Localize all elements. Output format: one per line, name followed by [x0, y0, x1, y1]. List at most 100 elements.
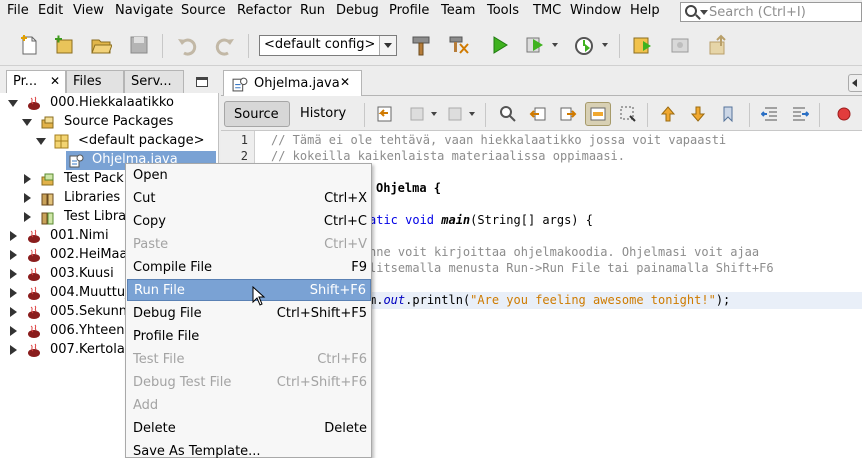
tab-services[interactable]: Serv... [124, 70, 184, 94]
tree-item-default-package[interactable]: <default package> [0, 132, 219, 151]
expand-right-icon[interactable] [10, 288, 17, 298]
expand-right-icon[interactable] [24, 174, 31, 184]
find-icon[interactable] [499, 105, 517, 123]
tmc-preview-icon[interactable] [669, 34, 691, 56]
forward-icon[interactable] [446, 105, 464, 123]
menu-run[interactable]: Run [300, 3, 325, 18]
menu-item-open[interactable]: Open [127, 165, 371, 187]
menu-help[interactable]: Help [630, 3, 660, 18]
new-file-icon[interactable] [18, 34, 40, 56]
close-icon[interactable]: ✕ [340, 75, 350, 89]
stop-macro-icon[interactable] [835, 105, 853, 123]
menu-item-label: Copy [133, 214, 166, 229]
build-hammer-icon[interactable] [410, 34, 432, 56]
menu-item-label: Debug Test File [133, 375, 232, 390]
source-button[interactable]: Source [224, 101, 290, 127]
menu-item-label: Add [133, 398, 159, 413]
shift-right-icon[interactable] [791, 105, 809, 123]
menu-navigate[interactable]: Navigate [115, 3, 173, 18]
tree-label: Source Packages [64, 114, 174, 129]
tab-ohjelma-java[interactable]: Ohjelma.java ✕ [223, 70, 362, 96]
tree-item-project[interactable]: 000.Hiekkalaatikko [0, 94, 219, 113]
chevron-down-icon[interactable] [602, 43, 608, 47]
chevron-down-icon[interactable] [379, 36, 396, 55]
tab-projects[interactable]: Pr... ✕ [6, 70, 66, 94]
menu-profile[interactable]: Profile [389, 3, 429, 18]
back-icon[interactable] [408, 105, 426, 123]
new-project-icon[interactable] [53, 34, 75, 56]
expand-right-icon[interactable] [24, 193, 31, 203]
chevron-down-icon[interactable] [700, 10, 708, 15]
menu-item-delete[interactable]: Delete Delete [127, 418, 371, 440]
menu-item-run-file[interactable]: Run File Shift+F6 [127, 279, 371, 301]
menu-view[interactable]: View [73, 3, 104, 18]
menu-team[interactable]: Team [441, 3, 475, 18]
java-project-icon [28, 324, 40, 338]
profile-icon[interactable] [573, 34, 595, 56]
find-previous-icon[interactable] [529, 105, 547, 123]
undo-icon[interactable] [176, 34, 198, 56]
menu-item-compile-file[interactable]: Compile File F9 [127, 257, 371, 279]
next-bookmark-icon[interactable] [689, 105, 707, 123]
tree-label: 003.Kuusi [50, 266, 114, 281]
last-edit-icon[interactable] [376, 105, 394, 123]
expand-right-icon[interactable] [10, 250, 17, 260]
run-icon[interactable] [488, 34, 510, 56]
toggle-bookmark-icon[interactable] [719, 105, 737, 123]
tree-label: Test Libra [64, 209, 127, 224]
toggle-highlight-button[interactable] [585, 102, 611, 126]
menu-item-shortcut: Delete [324, 421, 367, 436]
menu-item-debug-file[interactable]: Debug File Ctrl+Shift+F5 [127, 303, 371, 325]
clean-build-icon[interactable] [448, 34, 470, 56]
previous-bookmark-icon[interactable] [659, 105, 677, 123]
chevron-down-icon[interactable] [469, 112, 475, 116]
save-all-icon[interactable] [128, 34, 150, 56]
tmc-submit-icon[interactable] [707, 34, 729, 56]
tree-item-source-packages[interactable]: Source Packages [0, 113, 219, 132]
tree-label: Test Pack [64, 171, 124, 186]
menu-tmc[interactable]: TMC [533, 3, 561, 18]
expand-right-icon[interactable] [10, 326, 17, 336]
menu-item-label: Save As Template... [133, 444, 261, 458]
expand-right-icon[interactable] [10, 231, 17, 241]
expand-down-icon[interactable] [8, 100, 18, 107]
menu-window[interactable]: Window [570, 3, 621, 18]
menu-tools[interactable]: Tools [487, 3, 519, 18]
tree-label: 001.Nimi [50, 228, 109, 243]
rectangular-selection-icon[interactable] [619, 105, 637, 123]
expand-down-icon[interactable] [22, 119, 32, 126]
menu-item-save-as-template[interactable]: Save As Template... [127, 441, 371, 458]
menu-file[interactable]: File [7, 3, 29, 18]
menu-item-label: Run File [134, 283, 185, 298]
menu-edit[interactable]: Edit [38, 3, 63, 18]
tmc-run-icon[interactable] [631, 34, 653, 56]
scroll-tabs-left-icon[interactable] [848, 74, 862, 92]
chevron-down-icon[interactable] [431, 112, 437, 116]
expand-down-icon[interactable] [36, 138, 46, 145]
open-project-icon[interactable] [90, 34, 112, 56]
history-button[interactable]: History [300, 106, 346, 121]
chevron-down-icon[interactable] [552, 43, 558, 47]
menu-item-cut[interactable]: Cut Ctrl+X [127, 188, 371, 210]
expand-right-icon[interactable] [10, 269, 17, 279]
tree-label: <default package> [78, 133, 205, 148]
redo-icon[interactable] [214, 34, 236, 56]
expand-right-icon[interactable] [24, 212, 31, 222]
config-select[interactable]: <default config> [259, 35, 397, 56]
expand-right-icon[interactable] [10, 307, 17, 317]
code-comment-1: nne voit kirjoittaa ohjelmakoodia. Ohjel… [369, 245, 760, 259]
expand-right-icon[interactable] [10, 345, 17, 355]
close-icon[interactable]: ✕ [50, 74, 60, 88]
shift-left-icon[interactable] [761, 105, 779, 123]
minimize-icon[interactable] [196, 77, 208, 87]
menu-item-profile-file[interactable]: Profile File [127, 326, 371, 348]
tab-files[interactable]: Files [66, 70, 124, 94]
menu-debug[interactable]: Debug [336, 3, 379, 18]
debug-icon[interactable] [524, 34, 546, 56]
menu-source[interactable]: Source [181, 3, 226, 18]
menu-item-copy[interactable]: Copy Ctrl+C [127, 211, 371, 233]
code-token: atic void [369, 213, 442, 227]
search-box[interactable]: Search (Ctrl+I) [680, 2, 862, 22]
find-next-icon[interactable] [559, 105, 577, 123]
menu-refactor[interactable]: Refactor [237, 3, 292, 18]
